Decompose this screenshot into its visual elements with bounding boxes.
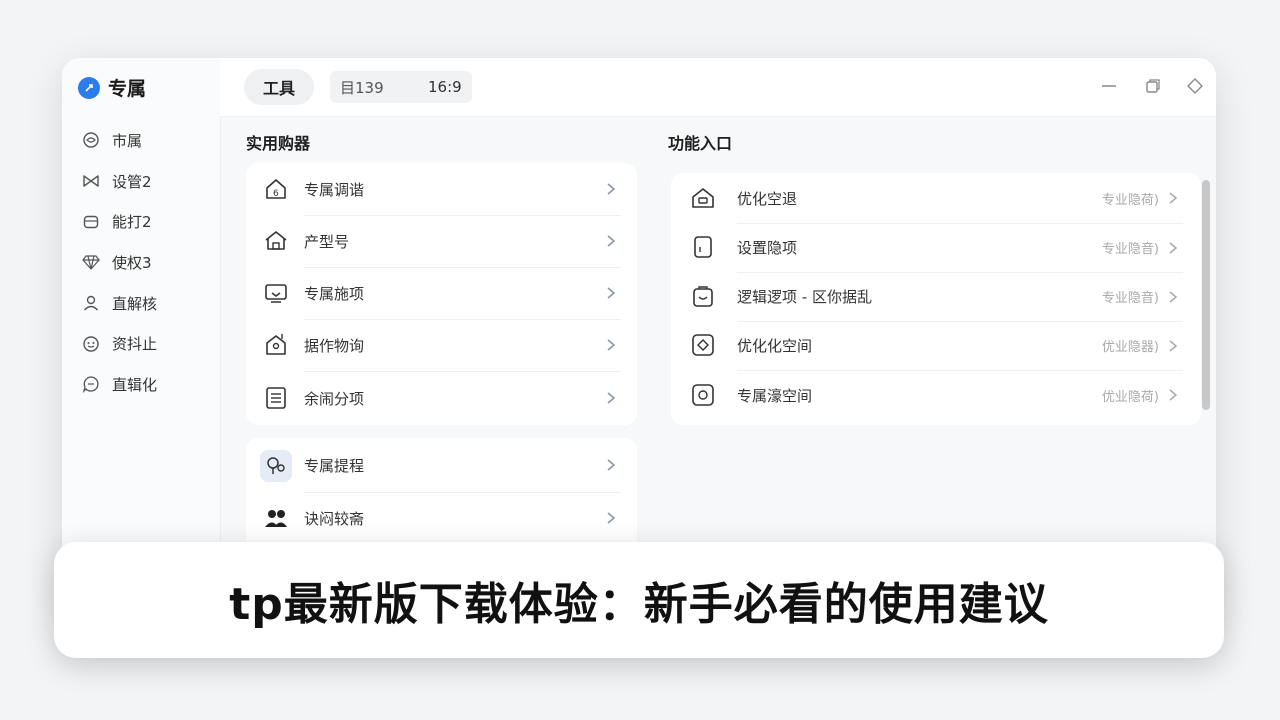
list-item[interactable]: 设置隐项 专业隐音) [671, 223, 1201, 272]
restore-icon[interactable] [1142, 75, 1164, 97]
sidebar-item-label: 能打2 [112, 213, 152, 232]
list-item-label: 据作物询 [304, 336, 365, 355]
list-item-meta: 优业隐荷) [1101, 389, 1159, 405]
list-item-label: 余闹分项 [304, 389, 365, 408]
sidebar: 专属 市属 设管2 能打2 使权3 直解核 资抖止 直辑化 [62, 58, 221, 618]
format-selector[interactable]: 目139 16:9 [330, 71, 472, 103]
sidebar-item-6[interactable]: 资抖止 [62, 323, 220, 364]
chevron-right-icon [1167, 389, 1179, 401]
diamond-icon[interactable] [1184, 75, 1206, 97]
list-item[interactable]: 6 专属调谐 [246, 163, 637, 215]
list-item[interactable]: 产型号 [246, 215, 637, 267]
chevron-right-icon [1167, 290, 1179, 303]
left-section-title: 实用购器 [246, 134, 311, 153]
list-item-meta: 专业隐荷) [1101, 192, 1159, 208]
format-selector-right: 16:9 [428, 78, 462, 96]
list-item-meta: 专业隐音) [1101, 291, 1159, 306]
list-item[interactable]: 余闹分项 [246, 371, 637, 425]
right-section-title: 功能入口 [668, 134, 733, 153]
sidebar-item-label: 资抖止 [112, 335, 158, 354]
svg-text:6: 6 [273, 189, 279, 199]
tag-house-icon [262, 331, 290, 359]
list-item[interactable]: 优化化空间 优业隐器) [671, 321, 1201, 370]
chevron-right-icon [605, 183, 617, 195]
house-icon [262, 227, 290, 255]
chevron-right-icon [605, 459, 617, 471]
list-item-label: 产型号 [304, 232, 350, 251]
list-item[interactable]: 逻辑逻项 - 区你据乱 专业隐音) [671, 272, 1201, 321]
user-icon [82, 294, 100, 312]
brand-name: 专属 [108, 78, 147, 100]
format-selector-left: 目139 [340, 78, 384, 97]
sidebar-item-5[interactable]: 直解核 [62, 283, 220, 324]
title-banner: tp最新版下载体验：新手必看的使用建议 [54, 542, 1224, 658]
app-window: 专属 市属 设管2 能打2 使权3 直解核 资抖止 直辑化 工具 目139 16… [62, 58, 1216, 618]
list-item[interactable]: 专属提程 [246, 438, 637, 492]
sidebar-item-3[interactable]: 能打2 [62, 201, 220, 242]
list-item[interactable]: 据作物询 [246, 319, 637, 371]
sidebar-item-label: 市属 [112, 131, 143, 150]
list-item-meta: 优业隐器) [1101, 340, 1159, 355]
tab-tools[interactable]: 工具 [244, 69, 314, 105]
bowtie-icon [82, 172, 100, 190]
left-card-1: 6 专属调谐 产型号 专属施项 据作物询 余闹分项 [246, 163, 637, 425]
house-outline-icon [689, 184, 717, 212]
list-item[interactable]: 诀闷较斋 [246, 492, 637, 544]
list-item-label: 专属调谐 [304, 180, 365, 199]
box-icon [82, 213, 100, 231]
sidebar-item-label: 直解核 [112, 294, 158, 313]
chat-icon [82, 375, 100, 394]
sidebar-item-label: 设管2 [112, 172, 152, 191]
sidebar-item-1[interactable]: 市属 [62, 120, 220, 161]
diamond-square-icon [689, 331, 717, 359]
bag-icon [689, 282, 717, 310]
circle-square-icon [689, 381, 717, 409]
chevron-right-icon [605, 392, 617, 404]
tablet-icon [689, 233, 717, 261]
chevron-right-icon [1167, 241, 1179, 254]
list-item[interactable]: 专属濠空间 优业隐荷) [671, 370, 1201, 420]
sidebar-item-4[interactable]: 使权3 [62, 242, 220, 283]
tree-icon [260, 450, 292, 482]
scrollbar[interactable] [1202, 180, 1210, 410]
list-item-label: 专属提程 [304, 456, 365, 475]
list-icon [262, 384, 290, 412]
brand: 专属 [78, 74, 146, 101]
inbox-icon [262, 279, 290, 307]
chevron-right-icon [605, 235, 617, 247]
list-item[interactable]: 优化空退 专业隐荷) [671, 173, 1201, 223]
chevron-right-icon [1167, 339, 1179, 352]
eye-badge-icon [82, 131, 100, 149]
banner-title: tp最新版下载体验：新手必看的使用建议 [229, 579, 1049, 630]
list-item-label: 诀闷较斋 [304, 509, 365, 528]
list-item-label: 设置隐项 [737, 239, 798, 257]
list-item-label: 专属施项 [304, 284, 365, 303]
list-item-label: 优化空退 [737, 189, 798, 208]
brand-logo-icon [78, 76, 100, 99]
list-item-label: 优化化空间 [737, 337, 813, 355]
sidebar-item-label: 直辑化 [112, 375, 158, 394]
users-icon [262, 504, 290, 532]
house-number-icon: 6 [262, 175, 290, 203]
gem-icon [82, 253, 100, 271]
chevron-right-icon [1167, 192, 1179, 204]
chevron-right-icon [605, 339, 617, 351]
list-item-label: 专属濠空间 [737, 386, 813, 405]
sidebar-item-label: 使权3 [112, 253, 152, 272]
minimize-icon[interactable] [1098, 75, 1120, 97]
top-bar: 工具 目139 16:9 [220, 58, 1216, 117]
sidebar-nav: 市属 设管2 能打2 使权3 直解核 资抖止 直辑化 [62, 120, 220, 405]
chevron-right-icon [605, 512, 617, 524]
sidebar-item-2[interactable]: 设管2 [62, 161, 220, 202]
chevron-right-icon [605, 287, 617, 299]
sidebar-item-7[interactable]: 直辑化 [62, 364, 220, 405]
list-item[interactable]: 专属施项 [246, 267, 637, 319]
smile-icon [82, 335, 100, 353]
list-item-meta: 专业隐音) [1101, 242, 1159, 257]
right-card: 优化空退 专业隐荷) 设置隐项 专业隐音) 逻辑逻项 - 区你据乱 专业隐音) [671, 173, 1201, 425]
list-item-label: 逻辑逻项 - 区你据乱 [737, 288, 872, 306]
